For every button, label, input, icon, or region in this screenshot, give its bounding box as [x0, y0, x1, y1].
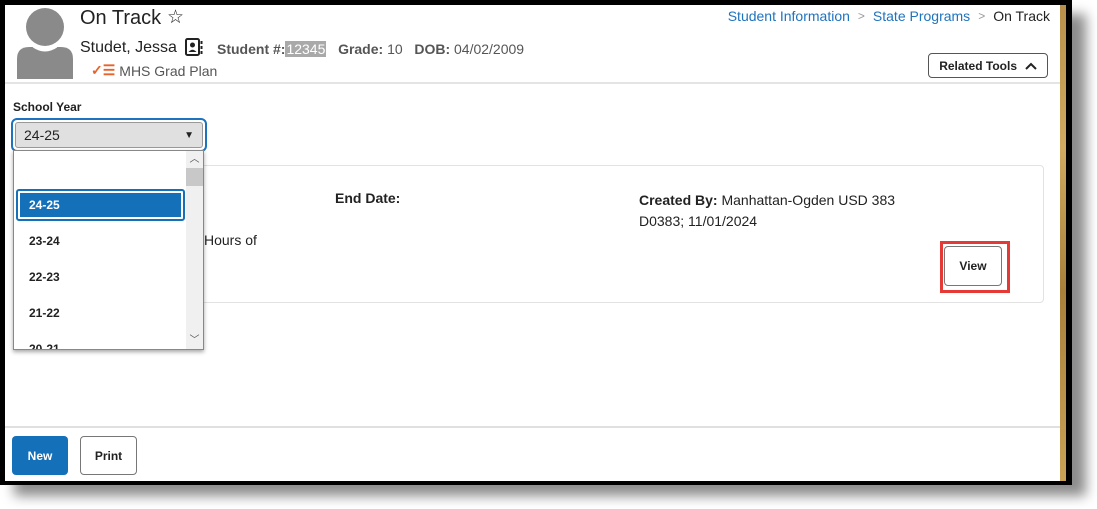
school-year-dropdown: 24-25 23-24 22-23 21-22 20-21 ︿ ﹀: [13, 150, 204, 350]
student-number: 12345: [285, 41, 327, 57]
background-edge: [1060, 5, 1066, 481]
dropdown-option-selected[interactable]: 24-25: [16, 189, 185, 221]
grad-plan-link[interactable]: ✓☰ MHS Grad Plan: [91, 62, 217, 79]
grade-value: 10: [387, 41, 403, 57]
grad-plan-label: MHS Grad Plan: [119, 62, 218, 79]
school-year-select[interactable]: 24-25 ▼: [11, 118, 207, 152]
breadcrumb-state-programs[interactable]: State Programs: [873, 8, 970, 24]
grade-label: Grade:: [338, 41, 384, 57]
scroll-up-icon[interactable]: ︿: [186, 151, 203, 168]
header-divider: [5, 82, 1060, 84]
scrollbar-thumb[interactable]: [186, 168, 203, 186]
scroll-down-icon[interactable]: ﹀: [186, 332, 203, 349]
dropdown-option[interactable]: 23-24: [14, 223, 187, 259]
related-tools-label: Related Tools: [939, 58, 1017, 73]
new-button[interactable]: New: [12, 436, 68, 475]
contact-card-icon[interactable]: [185, 38, 203, 56]
hours-text: Hours of: [204, 232, 257, 248]
chevron-up-icon: [1025, 62, 1037, 70]
dob-label: DOB:: [414, 41, 451, 57]
breadcrumb-separator-icon: >: [978, 9, 986, 23]
checklist-icon: ✓☰: [91, 62, 116, 78]
dob-value: 04/02/2009: [454, 41, 525, 57]
footer-divider: [5, 426, 1060, 428]
created-by: Created By: Manhattan-Ogden USD 383 D038…: [639, 190, 909, 232]
school-year-label: School Year: [13, 100, 82, 114]
student-meta: Student #:12345 Grade: 10 DOB: 04/02/200…: [217, 41, 524, 57]
school-year-selected-value: 24-25: [24, 127, 60, 143]
dropdown-option[interactable]: 21-22: [14, 295, 187, 331]
student-avatar-icon: [17, 8, 73, 79]
breadcrumb-student-information[interactable]: Student Information: [728, 8, 850, 24]
dropdown-scrollbar[interactable]: ︿ ﹀: [186, 151, 203, 349]
dropdown-caret-icon: ▼: [184, 129, 194, 141]
dropdown-option[interactable]: 20-21: [14, 331, 187, 349]
dropdown-option[interactable]: 22-23: [14, 259, 187, 295]
breadcrumb-current: On Track: [993, 8, 1050, 24]
related-tools-button[interactable]: Related Tools: [928, 53, 1048, 78]
print-button[interactable]: Print: [80, 436, 137, 475]
dropdown-option-blank[interactable]: [14, 151, 187, 187]
student-num-label: Student #:: [217, 41, 286, 57]
created-by-label: Created By:: [639, 192, 718, 208]
breadcrumb: Student Information > State Programs > O…: [728, 8, 1050, 24]
view-button[interactable]: View: [944, 246, 1002, 286]
breadcrumb-separator-icon: >: [857, 9, 865, 23]
student-name: Studet, Jessa: [80, 39, 177, 56]
favorite-star-icon[interactable]: ☆: [167, 6, 184, 29]
end-date-label: End Date:: [335, 190, 401, 206]
on-track-page: On Track ☆ Studet, Jessa Student #:12345…: [5, 5, 1060, 481]
page-title: On Track: [80, 7, 162, 29]
